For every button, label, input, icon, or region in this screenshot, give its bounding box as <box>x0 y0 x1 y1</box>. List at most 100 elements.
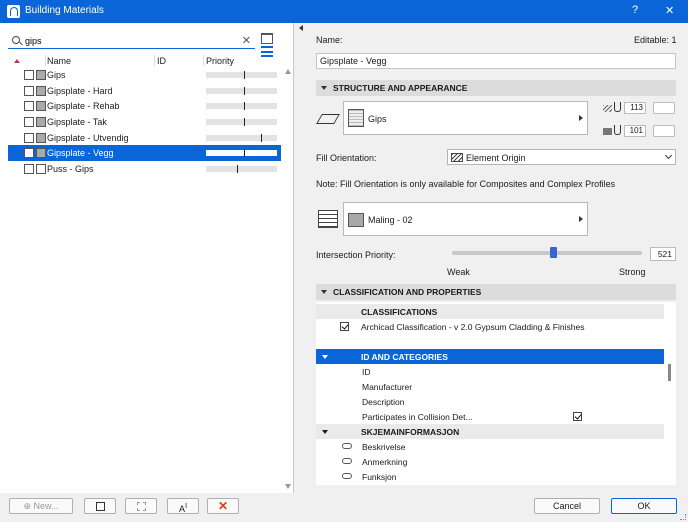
link-icon <box>342 443 352 449</box>
row-checkbox[interactable] <box>24 117 34 128</box>
classification-section-title: CLASSIFICATION AND PROPERTIES <box>333 287 482 297</box>
archicad-app-icon <box>7 5 20 18</box>
material-name: Puss - Gips <box>47 164 94 175</box>
cut-fill-pen-color[interactable] <box>653 125 675 137</box>
property-row[interactable]: Beskrivelse <box>316 439 664 454</box>
close-button[interactable]: ✕ <box>665 4 674 17</box>
column-header-priority[interactable]: Priority <box>206 56 234 66</box>
fill-orientation-select[interactable]: Element Origin <box>447 149 676 165</box>
skjema-header[interactable]: SKJEMAINFORMASJON <box>316 424 664 439</box>
cut-line-pen-color[interactable] <box>653 102 675 114</box>
classifications-title: CLASSIFICATIONS <box>361 307 438 317</box>
cancel-button[interactable]: Cancel <box>534 498 600 514</box>
classifications-header: CLASSIFICATIONS <box>316 304 664 319</box>
cut-line-pen-icon <box>603 102 621 114</box>
cut-fill-icon <box>318 210 338 228</box>
resize-grip-icon[interactable] <box>680 514 686 520</box>
row-checkbox[interactable] <box>24 101 34 112</box>
property-row[interactable]: Participates in Collision Det... <box>316 409 664 424</box>
property-row[interactable]: Anmerkning <box>316 454 664 469</box>
row-checkbox[interactable] <box>24 85 34 96</box>
property-row[interactable]: Funksjon <box>316 469 664 484</box>
property-name: Funksjon <box>362 472 397 482</box>
sort-ascending-icon[interactable] <box>14 59 20 63</box>
material-row[interactable]: Gipsplate - Rehab <box>8 98 281 114</box>
chevron-down-icon <box>322 355 328 359</box>
list-scrollbar[interactable] <box>283 67 293 491</box>
priority-bar <box>206 102 277 111</box>
material-name: Gipsplate - Rehab <box>47 101 120 112</box>
material-row[interactable]: Gipsplate - Hard <box>8 83 281 99</box>
folder-view-icon[interactable] <box>261 33 273 44</box>
priority-bar <box>206 86 277 95</box>
scroll-down-icon[interactable] <box>285 484 291 489</box>
cut-fill-picker-button[interactable]: Maling - 02 <box>343 202 588 236</box>
chevron-down-icon <box>322 430 328 434</box>
priority-mark <box>244 118 246 127</box>
surface-name: Gips <box>368 114 387 124</box>
window-title: Building Materials <box>25 5 104 16</box>
property-row[interactable]: Manufacturer <box>316 379 664 394</box>
cut-fill-pen-input[interactable]: 101 <box>624 125 646 137</box>
column-separator <box>45 55 46 66</box>
scroll-up-icon[interactable] <box>285 69 291 74</box>
classification-table: CLASSIFICATIONS Archicad Classification … <box>316 302 676 485</box>
material-swatch <box>36 101 46 112</box>
surface-picker-button[interactable]: Gips <box>343 101 588 135</box>
classification-section-header[interactable]: CLASSIFICATION AND PROPERTIES <box>316 284 676 300</box>
chevron-down-icon <box>664 151 673 160</box>
property-row[interactable]: Description <box>316 394 664 409</box>
property-name: Participates in Collision Det... <box>362 412 473 422</box>
ok-button[interactable]: OK <box>611 498 677 514</box>
table-scrollbar[interactable] <box>668 364 671 381</box>
priority-bar <box>206 149 277 158</box>
property-name: ID <box>362 367 371 377</box>
clear-search-icon[interactable]: ✕ <box>242 34 251 47</box>
list-header: Name ID Priority <box>8 55 281 66</box>
material-row[interactable]: Gipsplate - Utvendig <box>8 130 281 146</box>
row-checkbox[interactable] <box>24 132 34 143</box>
priority-bar <box>206 165 277 174</box>
priority-mark <box>237 165 239 174</box>
priority-mark <box>244 71 246 79</box>
structure-section-header[interactable]: STRUCTURE AND APPEARANCE <box>316 80 676 96</box>
material-row[interactable]: Gips <box>8 67 281 83</box>
collapse-pane-icon[interactable] <box>299 25 303 31</box>
material-swatch <box>36 132 46 143</box>
search-icon <box>12 36 20 44</box>
slider-thumb[interactable] <box>549 247 557 258</box>
collision-detection-checkbox[interactable] <box>573 412 582 421</box>
cut-line-pen-input[interactable]: 113 <box>624 102 646 114</box>
row-checkbox[interactable] <box>24 148 34 159</box>
search-input[interactable] <box>25 34 235 47</box>
material-row[interactable]: Gipsplate - Vegg <box>8 145 281 162</box>
material-name-input[interactable]: Gipsplate - Vegg <box>316 53 676 69</box>
material-row[interactable]: Puss - Gips <box>8 161 281 177</box>
priority-mark <box>244 149 246 158</box>
property-row[interactable]: ID <box>316 364 664 379</box>
id-categories-header[interactable]: ID AND CATEGORIES <box>316 349 664 364</box>
property-name: Beskrivelse <box>362 442 406 452</box>
surface-icon <box>317 110 337 126</box>
cut-fill-pen-icon <box>603 125 621 137</box>
row-checkbox[interactable] <box>24 164 34 175</box>
material-row[interactable]: Gipsplate - Tak <box>8 114 281 130</box>
row-checkbox[interactable] <box>24 70 34 80</box>
title-bar: Building Materials ? ✕ <box>0 0 688 23</box>
column-header-name[interactable]: Name <box>47 56 71 66</box>
priority-mark <box>244 86 246 95</box>
material-name: Gipsplate - Vegg <box>47 148 114 159</box>
materials-list-pane: ✕ Name ID Priority GipsGipsplate - Hard G… <box>0 23 294 493</box>
intersection-priority-input[interactable]: 521 <box>650 247 676 261</box>
property-name: Anmerkning <box>362 457 408 467</box>
help-button[interactable]: ? <box>632 4 638 16</box>
classification-checkbox[interactable] <box>340 322 349 331</box>
fill-orientation-value: Element Origin <box>466 153 526 163</box>
chevron-right-icon <box>579 216 583 222</box>
property-name: Manufacturer <box>362 382 413 392</box>
classification-item-row[interactable]: Archicad Classification - v 2.0 Gypsum C… <box>316 319 664 334</box>
property-name: Description <box>362 397 405 407</box>
column-header-id[interactable]: ID <box>157 56 166 66</box>
intersection-priority-slider[interactable] <box>452 247 642 258</box>
weak-label: Weak <box>447 267 470 277</box>
